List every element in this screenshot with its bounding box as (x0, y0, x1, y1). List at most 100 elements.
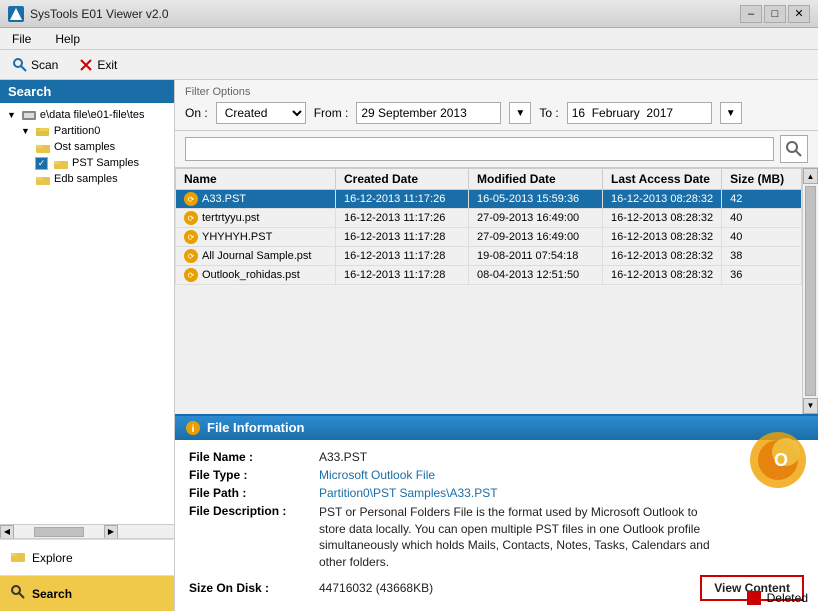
filter-row: On : Created From : ▼ To : ▼ (185, 102, 808, 124)
file-row-accessed: 16-12-2013 08:28:32 (603, 209, 722, 228)
tree-item-ost[interactable]: Ost samples (4, 139, 170, 155)
search-row (175, 131, 818, 168)
app-icon (8, 6, 24, 22)
left-panel: Search ▼ e\data file\e01-file\tes ▼ Part… (0, 80, 175, 611)
title-bar: SysTools E01 Viewer v2.0 – □ ✕ (0, 0, 818, 28)
file-desc-label: File Description : (189, 504, 319, 518)
tree-view: ▼ e\data file\e01-file\tes ▼ Partition0 … (0, 103, 174, 524)
file-row-name: ⟳tertrtyyu.pst (176, 209, 336, 228)
file-row-modified: 27-09-2013 16:49:00 (469, 209, 603, 228)
col-size: Size (MB) (722, 169, 802, 190)
drive-icon (21, 108, 37, 122)
filter-title: Filter Options (185, 86, 808, 98)
tree-item-partition0[interactable]: ▼ Partition0 (4, 123, 170, 139)
to-label: To : (539, 106, 558, 120)
scroll-thumb-v[interactable] (805, 186, 816, 396)
left-panel-header: Search (0, 80, 174, 103)
file-type-icon: ⟳ (184, 268, 198, 282)
scroll-thumb-h[interactable] (34, 527, 84, 537)
partition-icon (35, 124, 51, 138)
search-nav-icon (10, 584, 26, 603)
file-type-icon: ⟳ (184, 249, 198, 263)
table-row[interactable]: ⟳Outlook_rohidas.pst16-12-2013 11:17:280… (176, 266, 802, 285)
file-row-name: ⟳All Journal Sample.pst (176, 247, 336, 266)
table-row[interactable]: ⟳All Journal Sample.pst16-12-2013 11:17:… (176, 247, 802, 266)
search-input[interactable] (185, 137, 774, 161)
minimize-button[interactable]: – (740, 5, 762, 23)
table-row[interactable]: ⟳tertrtyyu.pst16-12-2013 11:17:2627-09-2… (176, 209, 802, 228)
app-title: SysTools E01 Viewer v2.0 (30, 7, 169, 21)
tree-item-pst-label: PST Samples (72, 157, 139, 169)
scroll-left-btn[interactable]: ◀ (0, 525, 14, 539)
search-icon (785, 140, 803, 158)
menu-file[interactable]: File (4, 30, 39, 48)
file-row-modified: 19-08-2011 07:54:18 (469, 247, 603, 266)
scan-button[interactable]: Scan (4, 54, 66, 76)
menu-help[interactable]: Help (47, 30, 88, 48)
table-row[interactable]: ⟳A33.PST16-12-2013 11:17:2616-05-2013 15… (176, 190, 802, 209)
file-row-modified: 08-04-2013 12:51:50 (469, 266, 603, 285)
outlook-logo: O (748, 430, 808, 490)
table-row[interactable]: ⟳YHYHYH.PST16-12-2013 11:17:2827-09-2013… (176, 228, 802, 247)
file-name-value: A33.PST (319, 450, 804, 464)
file-info-title: File Information (207, 420, 305, 435)
file-row-created: 16-12-2013 11:17:26 (336, 190, 469, 209)
tree-item-pst[interactable]: ✓ PST Samples (4, 155, 170, 171)
filter-to-input[interactable] (567, 102, 712, 124)
window-controls[interactable]: – □ ✕ (740, 5, 810, 23)
to-calendar-btn[interactable]: ▼ (720, 102, 742, 124)
file-row-size: 42 (722, 190, 802, 209)
exit-button[interactable]: Exit (70, 54, 125, 76)
deleted-label: Deleted (767, 591, 808, 605)
file-table-wrap: Name Created Date Modified Date Last Acc… (175, 168, 802, 414)
file-info-header: i File Information (175, 416, 818, 440)
file-size-value: 44716032 (43668KB) (319, 581, 520, 595)
file-row-size: 36 (722, 266, 802, 285)
svg-text:O: O (774, 450, 788, 470)
deleted-legend: Deleted (747, 591, 808, 605)
expand-partition-icon: ▼ (21, 126, 30, 136)
main-layout: Search ▼ e\data file\e01-file\tes ▼ Part… (0, 80, 818, 611)
filter-from-input[interactable] (356, 102, 501, 124)
file-type-icon: ⟳ (184, 230, 198, 244)
file-row-created: 16-12-2013 11:17:28 (336, 266, 469, 285)
checkbox-pst[interactable]: ✓ (35, 157, 48, 170)
vertical-scrollbar[interactable]: ▲ ▼ (802, 168, 818, 414)
file-row-created: 16-12-2013 11:17:26 (336, 209, 469, 228)
file-name-row: File Name : A33.PST (189, 448, 804, 466)
from-calendar-btn[interactable]: ▼ (509, 102, 531, 124)
tree-item-edb[interactable]: Edb samples (4, 171, 170, 187)
scan-label: Scan (31, 58, 58, 72)
maximize-button[interactable]: □ (764, 5, 786, 23)
file-path-label: File Path : (189, 486, 319, 500)
scroll-up-btn[interactable]: ▲ (803, 168, 818, 184)
horizontal-scrollbar[interactable]: ◀ ▶ (0, 524, 174, 538)
file-info-icon: i (185, 420, 201, 436)
scroll-right-btn[interactable]: ▶ (104, 525, 118, 539)
on-label: On : (185, 106, 208, 120)
close-button[interactable]: ✕ (788, 5, 810, 23)
from-label: From : (314, 106, 349, 120)
nav-search[interactable]: Search (0, 575, 174, 611)
scroll-down-btn[interactable]: ▼ (803, 398, 818, 414)
folder-pst-icon (53, 156, 69, 170)
svg-text:i: i (192, 424, 195, 435)
file-row-size: 40 (722, 228, 802, 247)
file-row-name: ⟳A33.PST (176, 190, 336, 209)
col-accessed: Last Access Date (603, 169, 722, 190)
filter-options: Filter Options On : Created From : ▼ To … (175, 80, 818, 131)
toolbar: Scan Exit (0, 50, 818, 80)
file-row-accessed: 16-12-2013 08:28:32 (603, 190, 722, 209)
tree-item-drive[interactable]: ▼ e\data file\e01-file\tes (4, 107, 170, 123)
filter-on-select[interactable]: Created (216, 102, 306, 124)
file-row-created: 16-12-2013 11:17:28 (336, 247, 469, 266)
expand-icon: ▼ (7, 110, 16, 120)
file-row-size: 40 (722, 209, 802, 228)
file-table: Name Created Date Modified Date Last Acc… (175, 168, 802, 285)
search-button[interactable] (780, 135, 808, 163)
nav-explore[interactable]: Explore (0, 539, 174, 575)
file-type-label: File Type : (189, 468, 319, 482)
file-path-row: File Path : Partition0\PST Samples\A33.P… (189, 484, 804, 502)
file-desc-row: File Description : PST or Personal Folde… (189, 502, 804, 573)
file-row-accessed: 16-12-2013 08:28:32 (603, 247, 722, 266)
